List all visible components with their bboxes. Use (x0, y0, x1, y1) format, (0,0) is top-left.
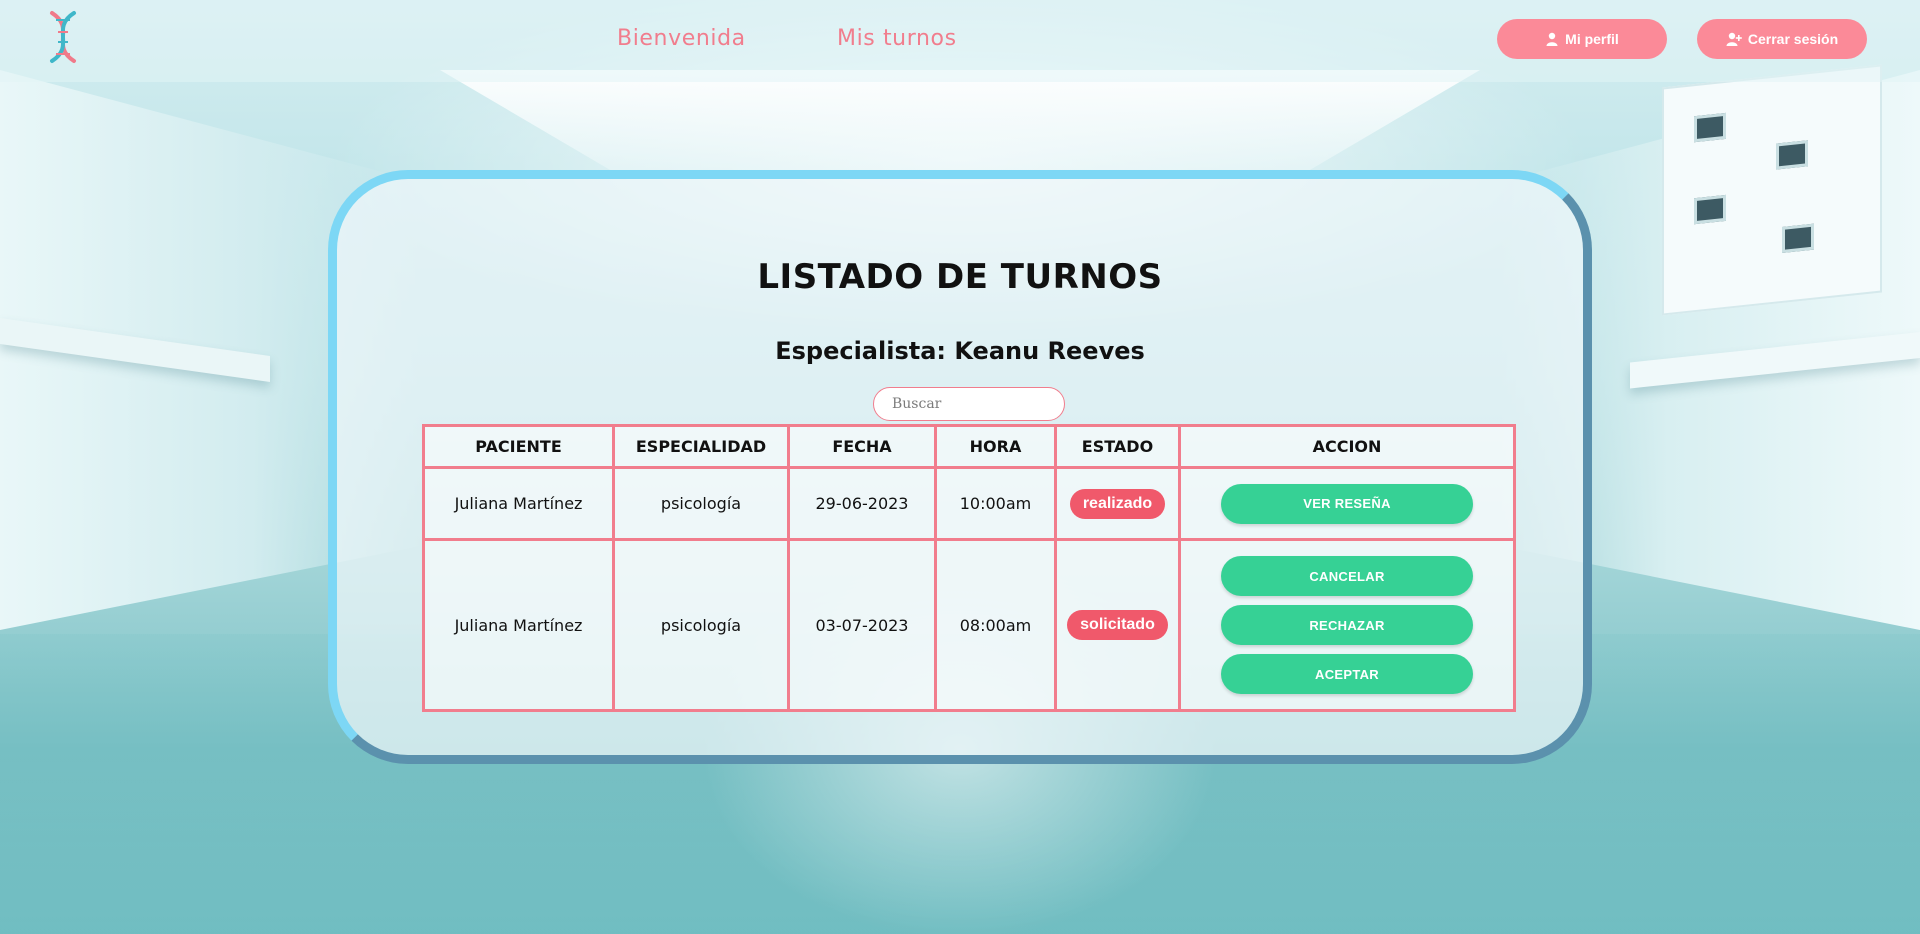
user-plus-icon (1726, 32, 1742, 46)
cell-hora: 10:00am (934, 466, 1057, 541)
profile-button[interactable]: Mi perfil (1497, 19, 1667, 59)
cell-especialidad: psicología (612, 466, 790, 541)
appointments-table: PACIENTE ESPECIALIDAD FECHA HORA ESTADO … (422, 424, 1516, 712)
header-accion: ACCION (1178, 424, 1516, 469)
nav-link-mis-turnos[interactable]: Mis turnos (837, 26, 957, 51)
header-estado: ESTADO (1054, 424, 1181, 469)
header-hora: HORA (934, 424, 1057, 469)
reject-button[interactable]: RECHAZAR (1221, 605, 1473, 645)
header-paciente: PACIENTE (422, 424, 615, 469)
cell-estado: realizado (1054, 466, 1181, 541)
header-especialidad: ESPECIALIDAD (612, 424, 790, 469)
header-fecha: FECHA (787, 424, 937, 469)
table-header-row: PACIENTE ESPECIALIDAD FECHA HORA ESTADO … (422, 424, 1516, 469)
cell-fecha: 29-06-2023 (787, 466, 937, 541)
accept-button[interactable]: ACEPTAR (1221, 654, 1473, 694)
cell-accion: CANCELAR RECHAZAR ACEPTAR (1178, 538, 1516, 712)
cell-fecha: 03-07-2023 (787, 538, 937, 712)
logout-button[interactable]: Cerrar sesión (1697, 19, 1867, 59)
page-title: LISTADO DE TURNOS (757, 257, 1163, 297)
table-row: Juliana Martínez psicología 29-06-2023 1… (422, 466, 1516, 541)
search-input[interactable] (873, 387, 1065, 421)
cell-accion: VER RESEÑA (1178, 466, 1516, 541)
status-badge: realizado (1069, 488, 1166, 519)
logout-button-label: Cerrar sesión (1747, 31, 1839, 47)
cell-especialidad: psicología (612, 538, 790, 712)
specialist-subtitle: Especialista: Keanu Reeves (775, 337, 1145, 365)
cancel-button[interactable]: CANCELAR (1221, 556, 1473, 596)
dna-icon[interactable] (46, 10, 80, 64)
cell-paciente: Juliana Martínez (422, 538, 615, 712)
table-row: Juliana Martínez psicología 03-07-2023 0… (422, 538, 1516, 712)
user-icon (1546, 32, 1558, 46)
status-badge: solicitado (1067, 610, 1168, 640)
profile-button-label: Mi perfil (1565, 31, 1619, 47)
cell-paciente: Juliana Martínez (422, 466, 615, 541)
cell-estado: solicitado (1054, 538, 1181, 712)
appointments-card: LISTADO DE TURNOS Especialista: Keanu Re… (328, 170, 1592, 764)
view-review-button[interactable]: VER RESEÑA (1221, 483, 1473, 524)
cell-hora: 08:00am (934, 538, 1057, 712)
navbar: Bienvenida Mis turnos Mi perfil Cerrar s… (0, 0, 1920, 82)
nav-link-bienvenida[interactable]: Bienvenida (617, 26, 746, 51)
